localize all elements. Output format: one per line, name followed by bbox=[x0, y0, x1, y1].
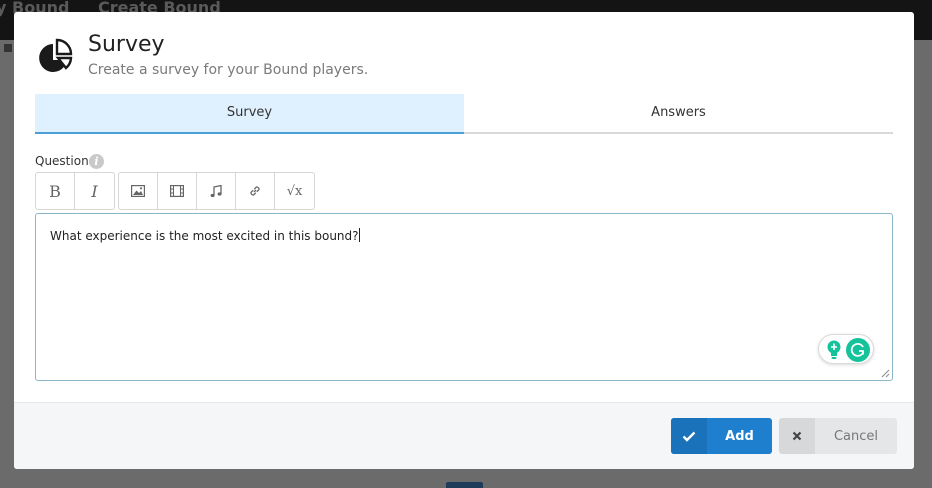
insert-image-button[interactable] bbox=[119, 173, 158, 209]
question-text: What experience is the most excited in t… bbox=[50, 229, 359, 243]
insert-toolbar: √x bbox=[118, 172, 315, 210]
link-icon bbox=[250, 186, 260, 196]
italic-button[interactable]: I bbox=[75, 173, 114, 209]
check-icon bbox=[671, 418, 707, 454]
pie-chart-icon bbox=[39, 38, 73, 72]
format-toolbar: B I bbox=[35, 172, 115, 210]
insert-link-button[interactable] bbox=[236, 173, 275, 209]
bold-button[interactable]: B bbox=[36, 173, 75, 209]
add-button[interactable]: Add bbox=[671, 418, 772, 454]
grammar-assistant-widget[interactable] bbox=[818, 334, 874, 364]
close-icon bbox=[779, 418, 815, 454]
resize-handle-icon[interactable] bbox=[881, 369, 890, 378]
info-icon[interactable]: i bbox=[89, 154, 104, 169]
cancel-button[interactable]: Cancel bbox=[779, 418, 897, 454]
video-icon bbox=[170, 185, 184, 197]
grammar-logo-icon[interactable] bbox=[846, 338, 870, 362]
add-button-label: Add bbox=[725, 428, 754, 444]
modal-subtitle: Create a survey for your Bound players. bbox=[88, 62, 369, 78]
cancel-button-label: Cancel bbox=[833, 428, 879, 444]
insert-video-button[interactable] bbox=[158, 173, 197, 209]
tab-bar: Survey Answers bbox=[35, 94, 893, 134]
survey-modal: Survey Create a survey for your Bound pl… bbox=[14, 12, 914, 469]
modal-header: Survey Create a survey for your Bound pl… bbox=[14, 12, 914, 94]
question-editor[interactable]: What experience is the most excited in t… bbox=[35, 213, 893, 381]
grammar-swirl-icon bbox=[850, 343, 864, 357]
image-icon bbox=[131, 185, 145, 197]
text-caret bbox=[358, 228, 360, 242]
modal-footer: Add Cancel bbox=[14, 402, 914, 469]
music-icon bbox=[210, 184, 222, 197]
lightbulb-icon bbox=[827, 340, 841, 359]
insert-audio-button[interactable] bbox=[197, 173, 236, 209]
background-button bbox=[446, 482, 483, 488]
tab-survey[interactable]: Survey bbox=[35, 94, 464, 134]
question-label: Question bbox=[35, 154, 89, 168]
background-menu-icon bbox=[4, 44, 12, 52]
modal-title: Survey bbox=[88, 32, 165, 57]
insert-math-button[interactable]: √x bbox=[275, 173, 314, 209]
tab-answers[interactable]: Answers bbox=[464, 94, 893, 134]
